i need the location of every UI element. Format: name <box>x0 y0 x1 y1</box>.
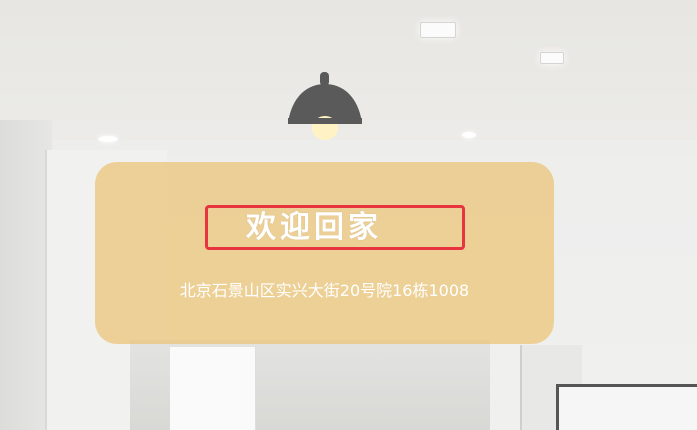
home-welcome-screen: 欢迎回家 北京石景山区实兴大街20号院16栋1008 <box>0 0 697 430</box>
welcome-title: 欢迎回家 <box>246 209 382 245</box>
home-address: 北京石景山区实兴大街20号院16栋1008 <box>179 281 470 300</box>
ceiling-spotlight <box>462 132 476 138</box>
ceiling-light <box>540 52 564 64</box>
window <box>556 384 697 430</box>
white-cabinet <box>170 347 256 430</box>
welcome-card <box>95 162 554 344</box>
ceiling-spotlight <box>98 136 118 142</box>
pendant-lamp-icon <box>288 72 362 140</box>
ceiling-light <box>420 22 456 38</box>
welcome-title-highlight: 欢迎回家 <box>205 205 465 250</box>
